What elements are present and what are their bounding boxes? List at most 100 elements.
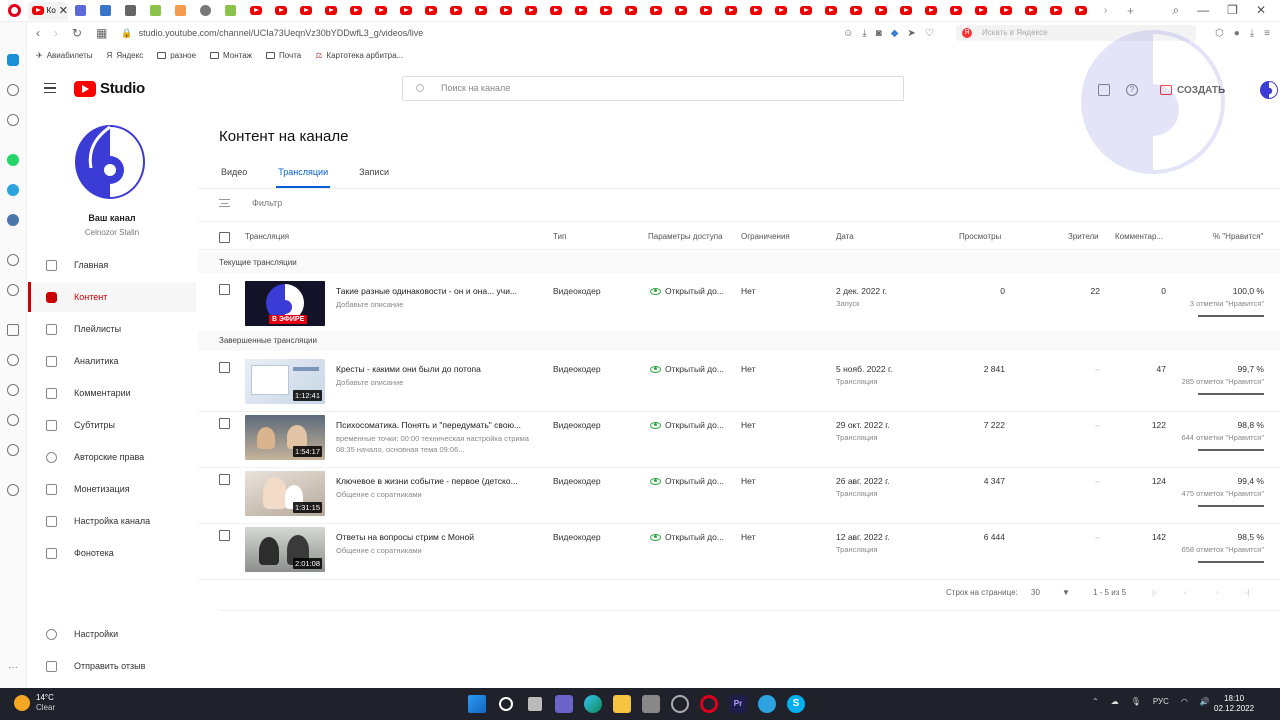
speed-dial-icon[interactable] xyxy=(7,84,19,96)
settings-gear-icon[interactable] xyxy=(671,695,689,713)
vk-icon[interactable] xyxy=(7,214,19,226)
sidebar-item-audio-library[interactable]: Фонотека xyxy=(28,538,196,568)
sidebar-item-feedback[interactable]: Отправить отзыв xyxy=(28,655,196,679)
tab[interactable] xyxy=(193,2,218,20)
forward-icon[interactable]: › xyxy=(54,26,58,40)
tab[interactable] xyxy=(468,2,493,20)
tab[interactable] xyxy=(343,2,368,20)
opera-icon[interactable] xyxy=(700,695,718,713)
tab[interactable] xyxy=(443,2,468,20)
column-viewers[interactable]: Зрители xyxy=(1068,232,1099,241)
tab-close-icon[interactable]: ✕ xyxy=(59,4,68,17)
download-icon[interactable] xyxy=(7,414,19,426)
tab-posts[interactable]: Записи xyxy=(357,164,391,188)
next-page-icon[interactable]: › xyxy=(1216,588,1219,597)
tab[interactable] xyxy=(368,2,393,20)
tab[interactable] xyxy=(718,2,743,20)
back-icon[interactable]: ‹ xyxy=(36,26,40,40)
visibility-cell[interactable]: Открытый до... xyxy=(650,364,724,374)
tab[interactable] xyxy=(143,2,168,20)
video-thumbnail[interactable]: 1:54:17 xyxy=(245,415,325,460)
close-window-icon[interactable]: ✕ xyxy=(1256,3,1266,18)
microphone-icon[interactable]: 🎙 xyxy=(1131,697,1141,706)
bookmark[interactable]: ⚖ Картотека арбитра... xyxy=(315,51,403,60)
menu-icon[interactable]: ≡ xyxy=(1264,28,1270,39)
teams-icon[interactable] xyxy=(555,695,573,713)
tab[interactable] xyxy=(593,2,618,20)
bookmark[interactable]: Монтаж xyxy=(210,51,252,60)
premiere-icon[interactable]: Pr xyxy=(729,695,747,713)
bookmark[interactable]: разное xyxy=(157,51,196,60)
heart-icon[interactable] xyxy=(7,354,19,366)
search-icon[interactable] xyxy=(499,697,513,711)
tab[interactable] xyxy=(493,2,518,20)
volume-icon[interactable]: 🔊 xyxy=(1200,697,1210,706)
camera-app-icon[interactable] xyxy=(642,695,660,713)
telegram-icon[interactable] xyxy=(7,184,19,196)
tab[interactable] xyxy=(518,2,543,20)
tab[interactable] xyxy=(668,2,693,20)
video-title[interactable]: Кресты - какими они были до потопа xyxy=(336,364,531,374)
wifi-icon[interactable]: ◠ xyxy=(1181,697,1188,706)
opera-menu-button[interactable] xyxy=(0,0,28,22)
prev-page-icon[interactable]: ‹ xyxy=(1184,588,1187,597)
select-all-checkbox[interactable] xyxy=(219,232,230,243)
cloud-icon[interactable]: ☁ xyxy=(1111,697,1119,706)
tab-list-arrow-icon[interactable]: › xyxy=(1093,2,1118,20)
channel-avatar[interactable] xyxy=(74,124,146,200)
tab[interactable] xyxy=(618,2,643,20)
download-icon[interactable]: ⤓ xyxy=(862,28,866,39)
tab[interactable] xyxy=(543,2,568,20)
whatsapp-icon[interactable] xyxy=(7,154,19,166)
tab[interactable] xyxy=(393,2,418,20)
tab[interactable] xyxy=(818,2,843,20)
grid-icon[interactable]: ▦ xyxy=(96,26,107,40)
visibility-cell[interactable]: Открытый до... xyxy=(650,420,724,430)
send-icon[interactable] xyxy=(7,284,19,296)
sidebar-item-comments[interactable]: Комментарии xyxy=(28,378,196,408)
tray-chevron-icon[interactable]: ⌃ xyxy=(1092,697,1099,706)
filter-icon[interactable] xyxy=(219,199,230,207)
sidebar-item-monetization[interactable]: Монетизация xyxy=(28,474,196,504)
tab[interactable] xyxy=(268,2,293,20)
table-row[interactable]: 2:01:08 Ответы на вопросы стрим с Моной … xyxy=(198,524,1280,580)
table-row[interactable]: 1:12:41 Кресты - какими они были до пото… xyxy=(198,356,1280,412)
studio-logo[interactable]: Studio xyxy=(74,80,145,97)
sidebar-item-customization[interactable]: Настройка канала xyxy=(28,506,196,536)
home-icon[interactable] xyxy=(7,54,19,66)
clock-icon[interactable] xyxy=(7,254,19,266)
sidebar-item-settings[interactable]: Настройки xyxy=(28,623,196,647)
tab[interactable] xyxy=(118,2,143,20)
video-thumbnail[interactable]: В ЭФИРЕ xyxy=(245,281,325,326)
row-checkbox[interactable] xyxy=(219,530,230,541)
tab[interactable] xyxy=(1043,2,1068,20)
tab[interactable] xyxy=(168,2,193,20)
video-title[interactable]: Такие разные одинаковости - он и она... … xyxy=(336,286,531,296)
url-field[interactable]: studio.youtube.com/channel/UCIa73UeqnVz3… xyxy=(139,28,424,38)
file-explorer-icon[interactable] xyxy=(613,695,631,713)
shield-icon[interactable]: ◆ xyxy=(891,28,899,39)
reload-icon[interactable]: ↻ xyxy=(72,26,82,40)
tab[interactable] xyxy=(843,2,868,20)
heart-icon[interactable]: ♡ xyxy=(925,28,934,39)
rows-per-page-select[interactable]: 30 xyxy=(1031,588,1040,597)
video-title[interactable]: Психосоматика. Понять и "передумать" сво… xyxy=(336,420,531,430)
telegram-icon[interactable] xyxy=(758,695,776,713)
minimize-icon[interactable]: — xyxy=(1197,3,1209,18)
table-row[interactable]: 1:31:15 Ключевое в жизни событие - перво… xyxy=(198,468,1280,524)
row-checkbox[interactable] xyxy=(219,362,230,373)
tab[interactable] xyxy=(968,2,993,20)
tab-live[interactable]: Трансляции xyxy=(276,164,331,188)
video-thumbnail[interactable]: 1:31:15 xyxy=(245,471,325,516)
weather-widget[interactable]: 14°C Clear xyxy=(14,693,55,713)
tab[interactable] xyxy=(893,2,918,20)
row-checkbox[interactable] xyxy=(219,474,230,485)
row-checkbox[interactable] xyxy=(219,284,230,295)
tab[interactable] xyxy=(768,2,793,20)
task-view-icon[interactable] xyxy=(528,697,542,711)
extensions-icon[interactable] xyxy=(7,324,19,336)
downloads-icon[interactable]: ⤓ xyxy=(1250,28,1254,39)
camera-icon[interactable]: ◙ xyxy=(876,28,882,39)
history-icon[interactable] xyxy=(7,384,19,396)
video-title[interactable]: Ответы на вопросы стрим с Моной xyxy=(336,532,531,542)
